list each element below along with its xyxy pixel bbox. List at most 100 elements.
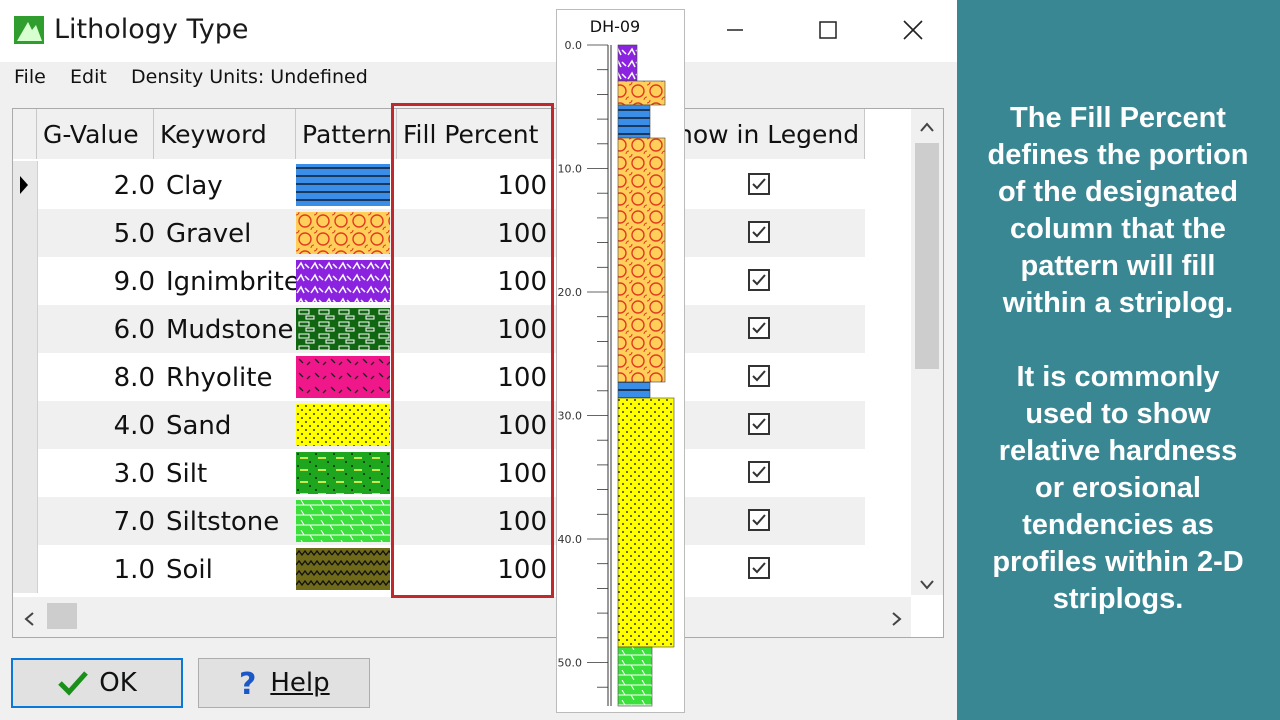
gvalue-cell[interactable]: 2.0 [37, 161, 155, 209]
gvalue-cell[interactable]: 1.0 [37, 545, 155, 593]
gvalue-cell[interactable]: 3.0 [37, 449, 155, 497]
row-indicator[interactable] [13, 401, 38, 449]
gvalue-cell[interactable]: 8.0 [37, 353, 155, 401]
keyword-cell[interactable]: Gravel [154, 209, 306, 257]
gvalue-cell[interactable]: 9.0 [37, 257, 155, 305]
minimize-icon [727, 29, 743, 31]
keyword-cell[interactable]: Ignimbrite [154, 257, 306, 305]
keyword-cell[interactable]: Silt [154, 449, 306, 497]
silt-pattern[interactable] [296, 452, 390, 494]
gvalue-cell[interactable]: 7.0 [37, 497, 155, 545]
gvalue-cell[interactable]: 6.0 [37, 305, 155, 353]
show-in-legend-checkbox[interactable] [748, 221, 770, 243]
explanation-line: of the designated [997, 176, 1239, 208]
checkmark-icon [752, 514, 766, 526]
header-indicator [13, 109, 37, 159]
horizontal-scroll-thumb[interactable] [47, 603, 77, 629]
mudstone-pattern[interactable] [296, 308, 390, 350]
siltstone-pattern[interactable] [296, 500, 390, 542]
show-in-legend-checkbox[interactable] [748, 461, 770, 483]
explanation-line: relative hardness [998, 435, 1238, 467]
menu-file[interactable]: File [14, 66, 46, 88]
striplog-preview: DH-09 0.0 10.0 20.0 30.0 40.0 50.0 [556, 9, 685, 713]
menu-edit[interactable]: Edit [70, 66, 107, 88]
checkmark-icon [752, 562, 766, 574]
row-indicator[interactable] [13, 161, 38, 209]
sand-pattern[interactable] [296, 404, 390, 446]
vertical-scroll-thumb[interactable] [915, 143, 939, 369]
gravel-pattern[interactable] [296, 212, 390, 254]
gvalue-cell[interactable]: 5.0 [37, 209, 155, 257]
svg-text:?: ? [239, 668, 256, 698]
scroll-right-icon[interactable] [891, 611, 903, 627]
explanation-line: or erosional [1035, 472, 1201, 504]
row-indicator[interactable] [13, 545, 38, 593]
close-icon [903, 20, 923, 40]
maximize-button[interactable] [805, 12, 851, 48]
maximize-icon [819, 21, 837, 39]
row-indicator[interactable] [13, 209, 38, 257]
ok-button[interactable]: OK [11, 658, 183, 708]
question-icon: ? [239, 668, 256, 698]
help-button[interactable]: ? Help [198, 658, 370, 708]
checkmark-icon [752, 226, 766, 238]
explanation-line: used to show [1025, 398, 1211, 430]
explanation-line: striplogs. [1052, 583, 1184, 615]
striplog-title: DH-09 [590, 17, 640, 36]
checkmark-icon [752, 322, 766, 334]
row-indicator[interactable] [13, 305, 38, 353]
explanation-line: tendencies as [1022, 509, 1214, 541]
scroll-left-icon[interactable] [23, 611, 35, 627]
menu-density-units[interactable]: Density Units: Undefined [131, 66, 368, 88]
keyword-cell[interactable]: Siltstone [154, 497, 306, 545]
row-indicator[interactable] [13, 353, 38, 401]
keyword-cell[interactable]: Rhyolite [154, 353, 306, 401]
explanation-panel: The Fill Percent defines the portion of th… [962, 100, 1274, 618]
show-in-legend-checkbox[interactable] [748, 269, 770, 291]
show-in-legend-checkbox[interactable] [748, 173, 770, 195]
explanation-line: The Fill Percent [1010, 102, 1226, 134]
keyword-cell[interactable]: Clay [154, 161, 306, 209]
row-indicator[interactable] [13, 449, 38, 497]
clay-pattern[interactable] [296, 164, 390, 206]
header-keyword[interactable]: Keyword [154, 109, 296, 159]
keyword-cell[interactable]: Mudstone [154, 305, 306, 353]
lithology-window: Lithology Type File Edit Density Units: … [0, 0, 957, 720]
scroll-down-icon[interactable] [919, 579, 935, 591]
depth-label: 10.0 [558, 163, 583, 176]
fill-percent-highlight [391, 103, 554, 598]
ok-label: OK [99, 668, 137, 698]
soil-pattern[interactable] [296, 548, 390, 590]
explanation-line: defines the portion [987, 139, 1249, 171]
scroll-up-icon[interactable] [919, 121, 935, 133]
header-gvalue[interactable]: G-Value [37, 109, 154, 159]
checkmark-icon [752, 274, 766, 286]
minimize-button[interactable] [712, 12, 758, 48]
layer-sand [617, 397, 675, 648]
menu-bar: File Edit Density Units: Undefined [0, 62, 957, 94]
rhyolite-pattern[interactable] [296, 356, 390, 398]
horizontal-scrollbar[interactable] [13, 597, 911, 637]
ignimbrite-pattern[interactable] [296, 260, 390, 302]
help-label: Help [270, 668, 330, 698]
show-in-legend-checkbox[interactable] [748, 317, 770, 339]
vertical-scrollbar[interactable] [911, 109, 943, 595]
close-button[interactable] [890, 12, 936, 48]
header-pattern[interactable]: Pattern [296, 109, 397, 159]
show-in-legend-checkbox[interactable] [748, 557, 770, 579]
keyword-cell[interactable]: Sand [154, 401, 306, 449]
layer-gravel-main [617, 137, 666, 383]
row-indicator[interactable] [13, 497, 38, 545]
app-icon [14, 16, 44, 44]
row-indicator[interactable] [13, 257, 38, 305]
keyword-cell[interactable]: Soil [154, 545, 306, 593]
layer-ignimbrite [617, 44, 638, 82]
gvalue-cell[interactable]: 4.0 [37, 401, 155, 449]
explanation-line: profiles within 2-D [992, 546, 1244, 578]
checkmark-icon [752, 370, 766, 382]
show-in-legend-checkbox[interactable] [748, 413, 770, 435]
explanation-paragraph-2: It is commonly used to show relative hardn… [962, 359, 1274, 618]
title-bar: Lithology Type [0, 0, 957, 62]
show-in-legend-checkbox[interactable] [748, 509, 770, 531]
show-in-legend-checkbox[interactable] [748, 365, 770, 387]
